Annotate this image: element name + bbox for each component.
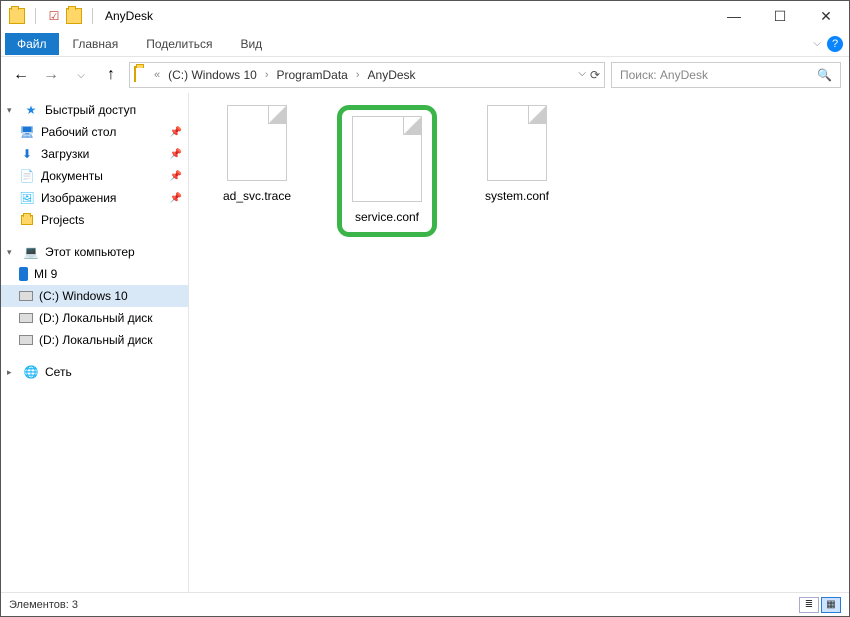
phone-icon — [19, 267, 28, 281]
sidebar-item-label: Сеть — [45, 365, 72, 379]
sidebar-quick-access[interactable]: ▾ ★ Быстрый доступ — [1, 99, 188, 121]
file-name: ad_svc.trace — [223, 189, 291, 203]
sidebar-item-desktop[interactable]: 🖥 Рабочий стол 📌 — [1, 121, 188, 143]
sidebar-item-label: Изображения — [41, 191, 116, 205]
up-button[interactable]: ↑ — [99, 66, 123, 84]
view-icons-button[interactable]: ▦ — [821, 597, 841, 613]
caret-right-icon[interactable]: ▸ — [7, 367, 17, 378]
search-icon[interactable]: 🔍 — [817, 68, 832, 82]
sidebar-item-label: MI 9 — [34, 267, 57, 281]
network-icon: 🌐 — [23, 364, 39, 380]
tab-home[interactable]: Главная — [59, 33, 133, 55]
title-bar: ☑ AnyDesk — ☐ ✕ — [1, 1, 849, 31]
help-icon[interactable]: ? — [827, 36, 843, 52]
caret-down-icon[interactable]: ▾ — [7, 247, 17, 258]
sidebar-item-documents[interactable]: 📄 Документы 📌 — [1, 165, 188, 187]
breadcrumb[interactable]: AnyDesk — [364, 68, 420, 82]
sidebar-this-pc[interactable]: ▾ 💻 Этот компьютер — [1, 241, 188, 263]
search-placeholder: Поиск: AnyDesk — [620, 68, 708, 82]
sidebar-item-label: Рабочий стол — [41, 125, 116, 139]
download-icon: ⬇ — [19, 146, 35, 162]
pc-icon: 💻 — [23, 244, 39, 260]
tab-share[interactable]: Поделиться — [132, 33, 226, 55]
folder-icon — [19, 212, 35, 228]
chevron-right-icon[interactable]: › — [356, 69, 360, 81]
address-bar: ← → ⌵ ↑ « (C:) Windows 10 › ProgramData … — [1, 57, 849, 93]
sidebar-item-label: (D:) Локальный диск — [39, 333, 153, 347]
chevron-right-icon[interactable]: › — [265, 69, 269, 81]
minimize-button[interactable]: — — [711, 1, 757, 31]
window-title: AnyDesk — [105, 9, 711, 23]
sidebar-item-pictures[interactable]: 🖼 Изображения 📌 — [1, 187, 188, 209]
documents-icon: 📄 — [19, 168, 35, 184]
star-icon: ★ — [23, 102, 39, 118]
separator — [35, 8, 36, 24]
search-input[interactable]: Поиск: AnyDesk 🔍 — [611, 62, 841, 88]
back-button[interactable]: ← — [9, 66, 33, 84]
sidebar-item-label: Этот компьютер — [45, 245, 135, 259]
sidebar-item-label: Projects — [41, 213, 84, 227]
drive-icon — [19, 335, 33, 345]
history-dropdown-icon[interactable]: ⌵ — [69, 70, 93, 81]
sidebar-network[interactable]: ▸ 🌐 Сеть — [1, 361, 188, 383]
file-icon — [352, 116, 422, 202]
qat-properties-icon[interactable]: ☑ — [46, 8, 62, 24]
view-details-button[interactable]: ≣ — [799, 597, 819, 613]
breadcrumb[interactable]: (C:) Windows 10 — [164, 68, 261, 82]
file-item[interactable]: ad_svc.trace — [207, 105, 307, 203]
desktop-icon: 🖥 — [19, 124, 35, 140]
item-count: Элементов: 3 — [9, 599, 78, 611]
sidebar-item-label: (C:) Windows 10 — [39, 289, 128, 303]
address-box[interactable]: « (C:) Windows 10 › ProgramData › AnyDes… — [129, 62, 605, 88]
ribbon-expand-icon[interactable]: ⌵ — [813, 38, 821, 49]
caret-down-icon[interactable]: ▾ — [7, 105, 17, 116]
pictures-icon: 🖼 — [19, 190, 35, 206]
explorer-window: ☑ AnyDesk — ☐ ✕ Файл Главная Поделиться … — [0, 0, 850, 617]
folder-icon — [9, 8, 25, 24]
ribbon-tabs: Файл Главная Поделиться Вид ⌵ ? — [1, 31, 849, 57]
sidebar-item-label: Быстрый доступ — [45, 103, 136, 117]
file-name: system.conf — [485, 189, 549, 203]
sidebar-item-drive-d[interactable]: (D:) Локальный диск — [1, 307, 188, 329]
pin-icon: 📌 — [170, 127, 182, 138]
maximize-button[interactable]: ☐ — [757, 1, 803, 31]
refresh-icon[interactable]: ⟳ — [590, 68, 600, 82]
close-button[interactable]: ✕ — [803, 1, 849, 31]
sidebar-item-device[interactable]: MI 9 — [1, 263, 188, 285]
folder-icon — [134, 67, 150, 83]
breadcrumb[interactable]: ProgramData — [272, 68, 351, 82]
drive-icon — [19, 313, 33, 323]
separator — [92, 8, 93, 24]
sidebar-item-drive-c[interactable]: (C:) Windows 10 — [1, 285, 188, 307]
navigation-pane: ▾ ★ Быстрый доступ 🖥 Рабочий стол 📌 ⬇ Загру… — [1, 93, 189, 592]
pin-icon: 📌 — [170, 171, 182, 182]
sidebar-item-projects[interactable]: Projects — [1, 209, 188, 231]
sidebar-item-label: Документы — [41, 169, 103, 183]
sidebar-item-label: (D:) Локальный диск — [39, 311, 153, 325]
pin-icon: 📌 — [170, 149, 182, 160]
file-icon — [227, 105, 287, 181]
highlight-frame: service.conf — [337, 105, 437, 237]
sidebar-item-drive-d2[interactable]: (D:) Локальный диск — [1, 329, 188, 351]
pin-icon: 📌 — [170, 193, 182, 204]
file-menu[interactable]: Файл — [5, 33, 59, 55]
file-name: service.conf — [355, 210, 419, 224]
file-icon — [487, 105, 547, 181]
drive-icon — [19, 291, 33, 301]
file-item[interactable]: system.conf — [467, 105, 567, 203]
qat-newfolder-icon[interactable] — [66, 8, 82, 24]
sidebar-item-label: Загрузки — [41, 147, 89, 161]
status-bar: Элементов: 3 ≣ ▦ — [1, 592, 849, 616]
chevron-right-icon[interactable]: « — [154, 69, 160, 81]
forward-button[interactable]: → — [39, 66, 63, 84]
address-dropdown-icon[interactable]: ⌵ — [578, 68, 586, 82]
file-list: ad_svc.trace service.conf system.conf — [189, 93, 849, 592]
file-item-highlighted[interactable]: service.conf — [337, 105, 437, 237]
sidebar-item-downloads[interactable]: ⬇ Загрузки 📌 — [1, 143, 188, 165]
tab-view[interactable]: Вид — [226, 33, 276, 55]
